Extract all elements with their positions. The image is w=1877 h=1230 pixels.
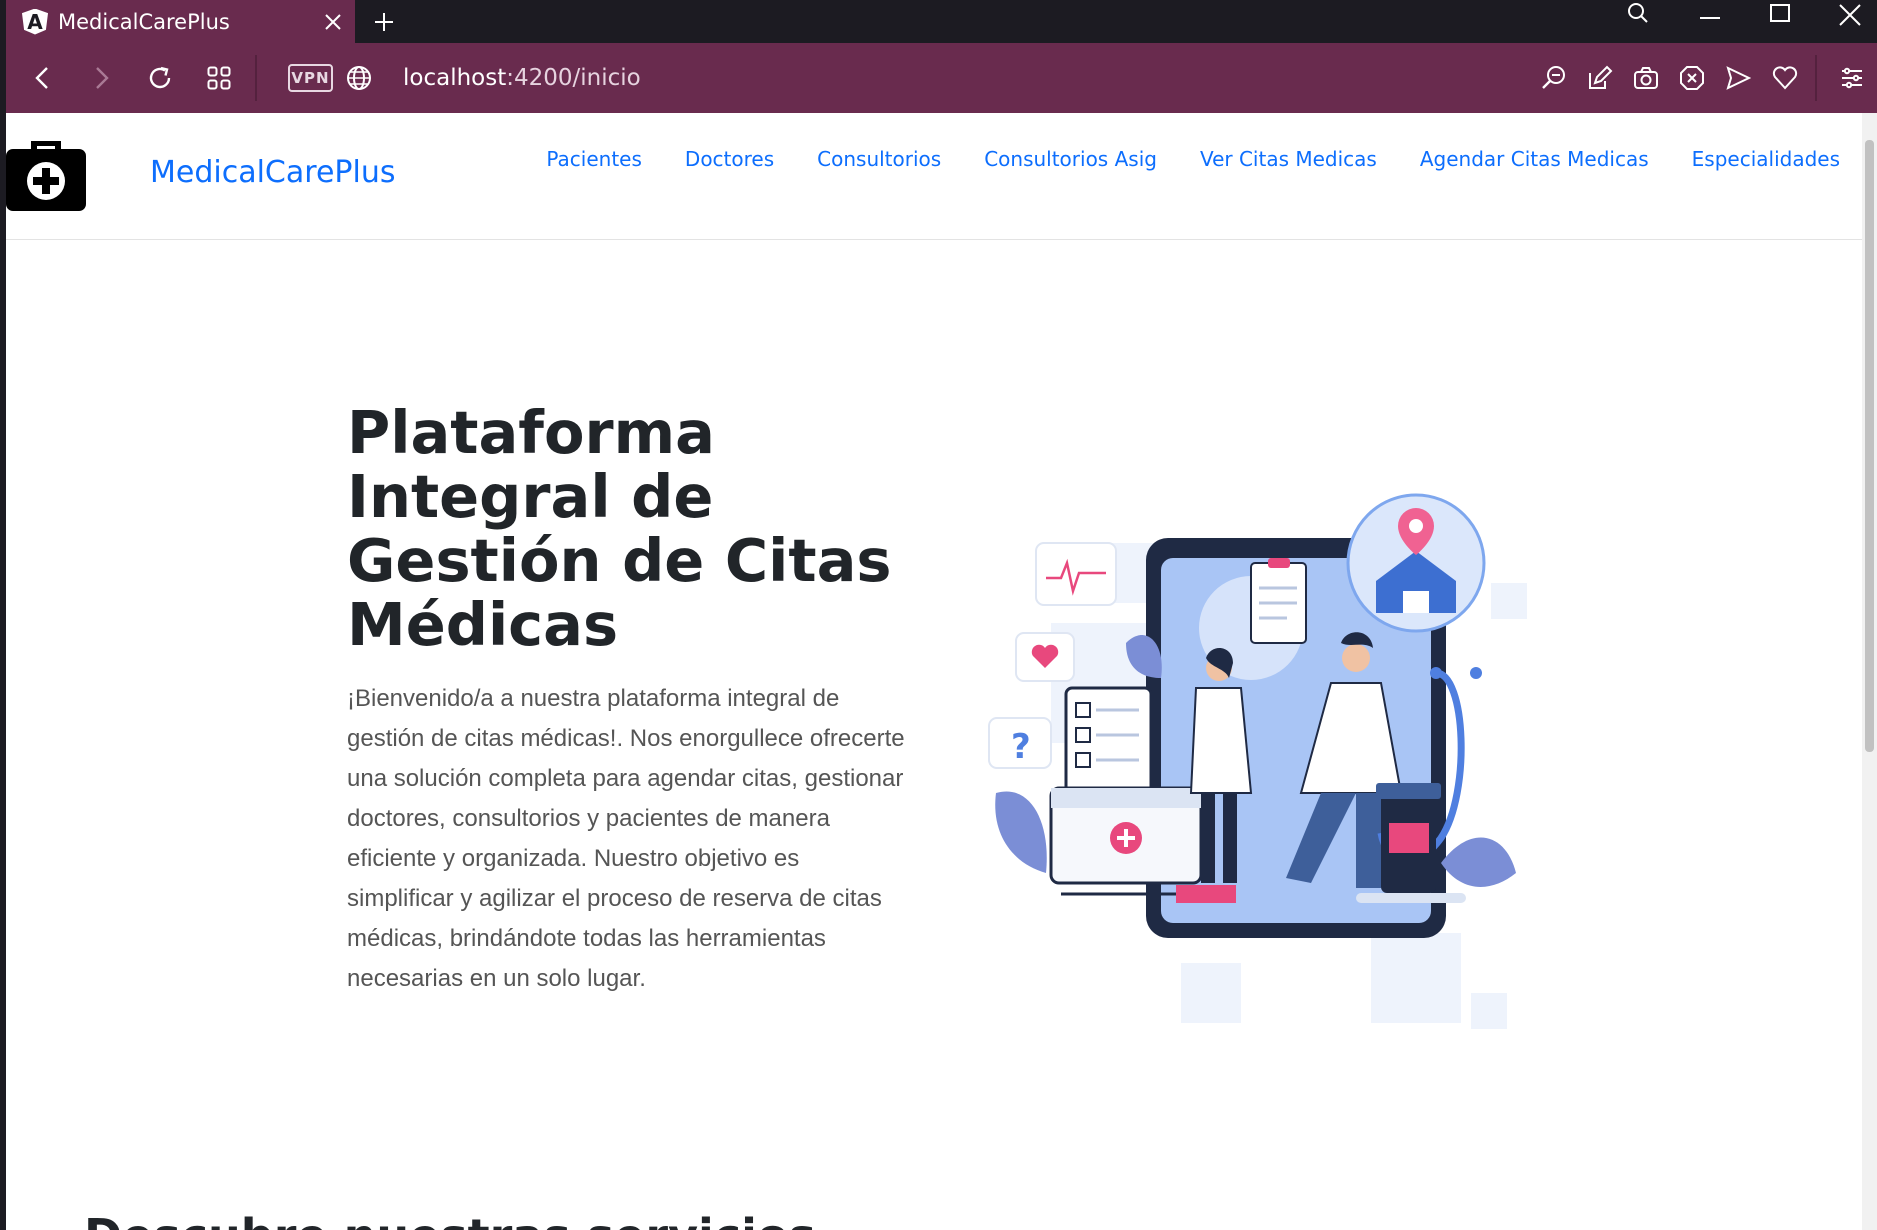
close-window-icon[interactable] — [1820, 0, 1877, 30]
nav-link-ver-citas[interactable]: Ver Citas Medicas — [1200, 147, 1377, 171]
tab-title: MedicalCarePlus — [58, 9, 230, 34]
url-host: localhost — [403, 65, 507, 91]
new-tab-icon[interactable] — [364, 0, 404, 43]
forward-icon[interactable] — [79, 43, 123, 113]
search-icon[interactable] — [1608, 0, 1668, 30]
toolbar-divider — [1815, 55, 1817, 101]
medical-app-illustration: ? — [961, 463, 1531, 1063]
close-tab-icon[interactable] — [311, 0, 355, 43]
page-viewport: MedicalCarePlus Pacientes Doctores Consu… — [6, 113, 1862, 1230]
zoom-search-icon[interactable] — [1532, 43, 1576, 113]
globe-icon[interactable] — [337, 43, 381, 113]
maximize-icon[interactable] — [1750, 0, 1810, 30]
browser-tab[interactable]: A MedicalCarePlus — [6, 0, 355, 43]
nav-link-consultorios-asig[interactable]: Consultorios Asig — [984, 147, 1157, 171]
url-path: :4200/inicio — [506, 65, 641, 91]
nav-link-pacientes[interactable]: Pacientes — [546, 147, 642, 171]
address-bar[interactable]: localhost:4200/inicio — [403, 43, 641, 113]
vpn-badge[interactable]: VPN — [288, 64, 333, 92]
nav-link-agendar-citas[interactable]: Agendar Citas Medicas — [1420, 147, 1649, 171]
browser-tab-bar: A MedicalCarePlus — [0, 0, 1877, 43]
nav-link-consultorios[interactable]: Consultorios — [817, 147, 941, 171]
reload-icon[interactable] — [138, 43, 182, 113]
services-section-heading: Descubre nuestras servicios — [84, 1209, 816, 1230]
hero-description: ¡Bienvenido/a a nuestra plataforma integ… — [347, 685, 905, 992]
browser-toolbar: VPN localhost:4200/inicio — [0, 43, 1877, 113]
send-icon[interactable] — [1716, 43, 1760, 113]
back-icon[interactable] — [21, 43, 65, 113]
nav-links: Pacientes Doctores Consultorios Consulto… — [546, 147, 1840, 171]
toolbar-divider — [255, 55, 257, 101]
speed-dial-icon[interactable] — [197, 43, 241, 113]
heart-icon[interactable] — [1763, 43, 1807, 113]
medical-kit-logo-icon[interactable] — [6, 140, 86, 211]
nav-link-doctores[interactable]: Doctores — [685, 147, 774, 171]
nav-link-especialidades[interactable]: Especialidades — [1692, 147, 1840, 171]
window-left-border — [0, 0, 6, 1230]
angular-favicon-icon: A — [22, 8, 48, 35]
hero-title: Plataforma Integral de Gestión de Citas … — [347, 398, 892, 659]
adblock-icon[interactable] — [1670, 43, 1714, 113]
page-scrollbar-thumb[interactable] — [1865, 140, 1874, 752]
camera-icon[interactable] — [1624, 43, 1668, 113]
easy-setup-icon[interactable] — [1830, 43, 1874, 113]
edit-share-icon[interactable] — [1578, 43, 1622, 113]
brand-link[interactable]: MedicalCarePlus — [150, 155, 395, 190]
site-navbar: MedicalCarePlus Pacientes Doctores Consu… — [6, 113, 1862, 240]
svg-text:?: ? — [1011, 727, 1031, 767]
minimize-icon[interactable] — [1680, 0, 1740, 30]
